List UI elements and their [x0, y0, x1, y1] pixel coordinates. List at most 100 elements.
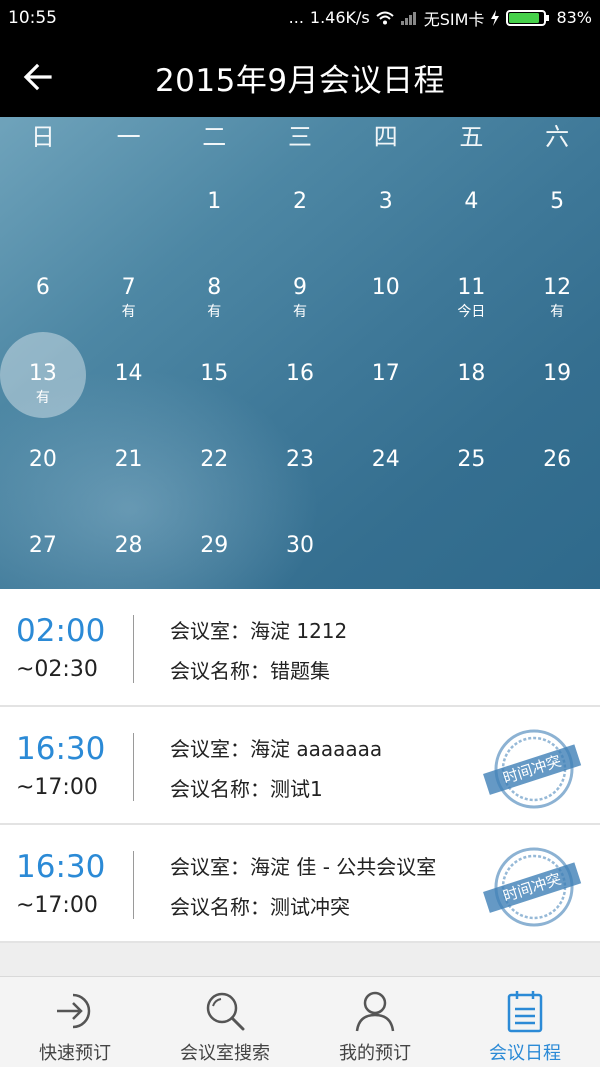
bottom-nav: 快速预订 会议室搜索 我的预订 会议日程 — [0, 976, 600, 1067]
calendar-day-9[interactable]: 9有 — [257, 245, 343, 330]
weekday-label: 三 — [287, 123, 312, 151]
signal-icon — [400, 11, 416, 25]
time-conflict-stamp-icon: 时间冲突 — [483, 847, 582, 927]
day-number: 12 — [543, 275, 572, 300]
calendar-day-26[interactable]: 26 — [514, 417, 600, 502]
day-number: 5 — [550, 189, 565, 214]
has-meeting-mark: 有 — [121, 304, 136, 320]
calendar-empty-cell — [86, 159, 172, 244]
calendar-week-row: 20 21 22 23 24 25 26 — [0, 417, 600, 502]
status-dots: ... — [288, 8, 304, 27]
calendar-day-23[interactable]: 23 — [257, 417, 343, 502]
day-number: 18 — [457, 361, 486, 386]
weekday-header: 日一二三四五六 — [0, 117, 600, 159]
wifi-icon — [376, 11, 394, 24]
login-arrow-icon — [57, 993, 91, 1029]
meeting-divider — [133, 733, 134, 801]
day-number: 1 — [207, 189, 222, 214]
day-number: 4 — [464, 189, 479, 214]
calendar-day-27[interactable]: 27 — [0, 503, 86, 588]
weekday-label: 六 — [545, 123, 570, 151]
calendar-empty-cell — [0, 159, 86, 244]
meeting-list-item[interactable]: 16:30 ~17:00 会议室：海淀 aaaaaaa 会议名称：测试1 时间冲突 — [0, 707, 600, 825]
day-number: 13 — [28, 361, 57, 386]
calendar-day-7[interactable]: 7有 — [86, 245, 172, 330]
calendar-day-8[interactable]: 8有 — [171, 245, 257, 330]
nav-tab-search[interactable]: 会议室搜索 — [150, 977, 300, 1067]
calendar-day-2[interactable]: 2 — [257, 159, 343, 244]
user-icon — [355, 991, 395, 1032]
meeting-start-time: 02:00 — [16, 613, 106, 649]
calendar-day-15[interactable]: 15 — [171, 331, 257, 416]
weekday-label: 二 — [202, 123, 227, 151]
calendar-day-24[interactable]: 24 — [343, 417, 429, 502]
calendar-day-22[interactable]: 22 — [171, 417, 257, 502]
meeting-divider — [133, 851, 134, 919]
meeting-end-time: ~17:00 — [16, 775, 98, 800]
nav-tab-calendar-list[interactable]: 会议日程 — [450, 977, 600, 1067]
calendar-day-14[interactable]: 14 — [86, 331, 172, 416]
nav-tab-user[interactable]: 我的预订 — [300, 977, 450, 1067]
meeting-list-item[interactable]: 16:30 ~17:00 会议室：海淀 佳 - 公共会议室 会议名称：测试冲突 时间冲突 — [0, 825, 600, 943]
meeting-name: 会议名称：错题集 — [170, 659, 330, 683]
day-number: 24 — [371, 447, 400, 472]
day-number: 28 — [114, 533, 143, 558]
calendar-day-6[interactable]: 6 — [0, 245, 86, 330]
day-number: 9 — [292, 275, 307, 300]
meeting-divider — [133, 615, 134, 683]
calendar-day-5[interactable]: 5 — [514, 159, 600, 244]
calendar-empty-cell — [429, 503, 515, 588]
calendar-day-29[interactable]: 29 — [171, 503, 257, 588]
day-number: 22 — [200, 447, 229, 472]
has-meeting-mark: 有 — [292, 304, 307, 320]
day-number: 30 — [285, 533, 314, 558]
meeting-room: 会议室：海淀 aaaaaaa — [170, 737, 383, 761]
calendar-day-3[interactable]: 3 — [343, 159, 429, 244]
calendar-day-16[interactable]: 16 — [257, 331, 343, 416]
nav-tab-login-arrow[interactable]: 快速预订 — [0, 977, 150, 1067]
battery-percent: 83% — [556, 8, 592, 27]
calendar-day-20[interactable]: 20 — [0, 417, 86, 502]
calendar-day-4[interactable]: 4 — [429, 159, 515, 244]
day-number: 6 — [35, 275, 50, 300]
conflict-stamp-label: 时间冲突 — [501, 870, 564, 906]
weekday-label: 日 — [30, 123, 55, 151]
search-icon — [206, 992, 245, 1031]
meeting-room: 会议室：海淀 佳 - 公共会议室 — [170, 855, 437, 879]
meeting-name: 会议名称：测试冲突 — [170, 895, 350, 919]
calendar-day-11[interactable]: 11 今日 — [429, 245, 515, 330]
page-title: 2015年9月会议日程 — [154, 63, 446, 99]
meeting-end-time: ~17:00 — [16, 893, 98, 918]
meeting-list-item[interactable]: 02:00 ~02:30 会议室：海淀 1212 会议名称：错题集 — [0, 589, 600, 707]
calendar-day-21[interactable]: 21 — [86, 417, 172, 502]
calendar-day-1[interactable]: 1 — [171, 159, 257, 244]
calendar-day-19[interactable]: 19 — [514, 331, 600, 416]
day-number: 20 — [28, 447, 57, 472]
meeting-name: 会议名称：测试1 — [170, 777, 323, 801]
calendar-day-10[interactable]: 10 — [343, 245, 429, 330]
day-number: 25 — [457, 447, 486, 472]
network-speed: 1.46K/s — [309, 8, 370, 27]
has-meeting-mark: 有 — [550, 304, 565, 320]
calendar-day-28[interactable]: 28 — [86, 503, 172, 588]
day-number: 2 — [292, 189, 307, 214]
meeting-start-time: 16:30 — [16, 731, 106, 767]
calendar-list-icon — [507, 991, 543, 1033]
today-mark: 今日 — [457, 304, 486, 320]
day-number: 15 — [200, 361, 229, 386]
calendar-week-row: 13 有 14 15 16 17 18 19 — [0, 331, 600, 418]
weekday-label: 四 — [373, 123, 398, 151]
day-number: 21 — [114, 447, 143, 472]
nav-tab-label: 快速预订 — [39, 1043, 111, 1064]
calendar-day-17[interactable]: 17 — [343, 331, 429, 416]
meeting-room: 会议室：海淀 1212 — [170, 619, 348, 643]
calendar-day-18[interactable]: 18 — [429, 331, 515, 416]
calendar-day-12[interactable]: 12 有 — [514, 245, 600, 330]
meeting-start-time: 16:30 — [16, 849, 106, 885]
meeting-list: 02:00 ~02:30 会议室：海淀 1212 会议名称：错题集 16:30 ~17:0… — [0, 589, 600, 943]
title-bar: 2015年9月会议日程 — [0, 35, 600, 117]
calendar-day-25[interactable]: 25 — [429, 417, 515, 502]
day-number: 16 — [285, 361, 314, 386]
calendar-day-30[interactable]: 30 — [257, 503, 343, 588]
calendar-day-13[interactable]: 13 有 — [0, 331, 86, 418]
